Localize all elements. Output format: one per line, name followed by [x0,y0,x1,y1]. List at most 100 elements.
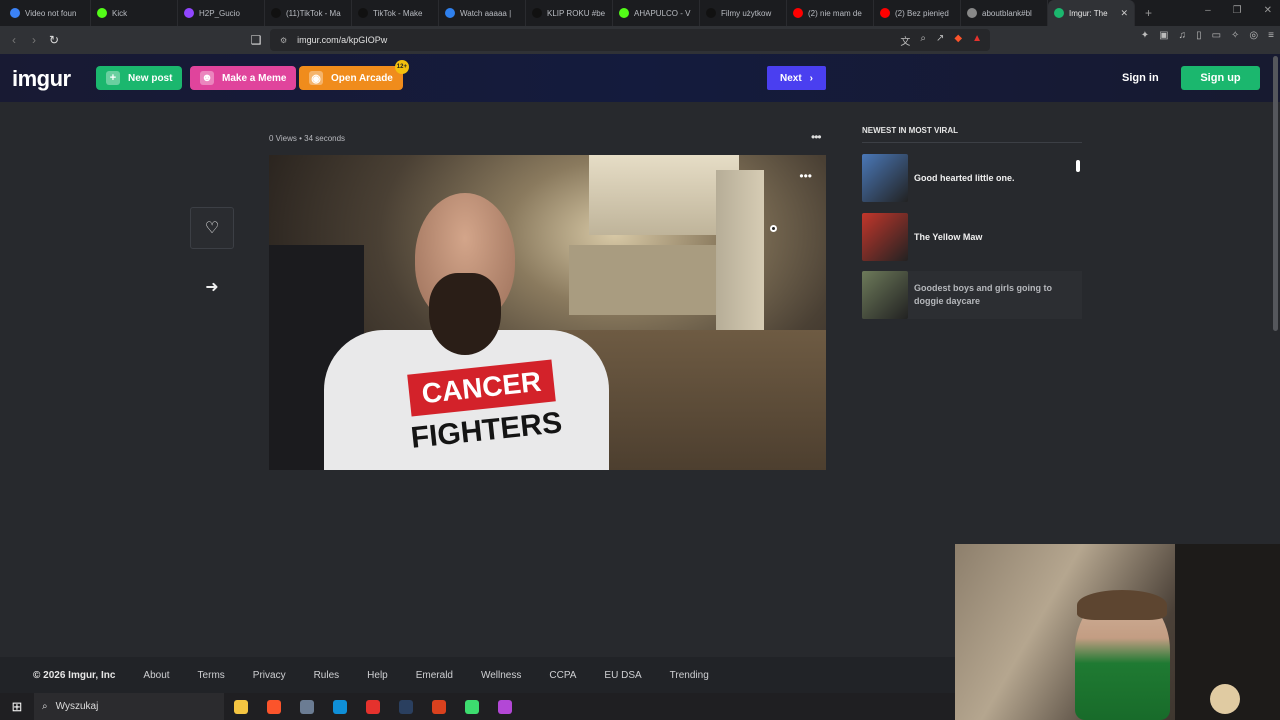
footer-link-privacy[interactable]: Privacy [253,670,286,681]
app-glyph-icon [299,699,314,714]
app-glyph-icon [233,699,248,714]
app-glyph-icon [398,699,413,714]
footer-link-ccpa[interactable]: CCPA [549,670,576,681]
viral-thumbnail [862,154,908,202]
post-options-icon[interactable]: ••• [811,130,822,144]
browser-tab[interactable]: (2) nie mam de [787,0,874,26]
post-meta: 0 Views • 34 seconds [269,134,345,143]
copyright: © 2026 Imgur, Inc [33,669,116,681]
taskbar-app-icon[interactable] [422,699,455,714]
viral-item[interactable]: Good hearted little one. [862,154,1082,202]
browser-tab[interactable]: (11)TikTok - Ma [265,0,352,26]
taskbar-app-icon[interactable] [356,699,389,714]
media-options-icon[interactable]: ••• [799,169,812,183]
footer-link-trending[interactable]: Trending [670,670,709,681]
favorite-button[interactable]: ♡ [190,207,234,249]
zoom-icon[interactable]: ⌕ [920,33,926,48]
taskbar-app-icon[interactable] [290,699,323,714]
sidebar-icon[interactable]: ▯ [1196,30,1202,41]
taskbar-app-icon[interactable] [488,699,521,714]
browser-tab[interactable]: aboutblank#bl [961,0,1048,26]
footer-link-help[interactable]: Help [367,670,388,681]
taskbar-search[interactable]: ⌕ Wyszukaj [34,693,224,720]
sign-in-link[interactable]: Sign in [1122,72,1159,84]
video-frame-beard [429,273,501,355]
ai-icon[interactable]: ✧ [1231,30,1239,41]
music-icon[interactable]: ♫ [1179,30,1187,41]
translate-icon[interactable]: 文 [900,33,910,48]
tab-label: (2) Bez pienięd [895,8,949,18]
sign-up-button[interactable]: Sign up [1181,66,1260,90]
browser-tab[interactable]: Imgur: The ✕ [1048,0,1135,26]
close-window-icon[interactable]: ✕ [1264,5,1272,16]
tab-favicon-icon [619,8,629,18]
tab-label: AHAPULCO - V [634,8,691,18]
taskbar-app-icon[interactable] [257,699,290,714]
footer-link-eu-dsa[interactable]: EU DSA [604,670,641,681]
taskbar-app-icon[interactable] [455,699,488,714]
share-icon[interactable]: ↗ [936,33,944,48]
browser-tab[interactable]: Filmy użytkow [700,0,787,26]
forward-icon[interactable]: › [24,33,44,47]
browser-tab[interactable]: Video not foun [4,0,91,26]
close-tab-icon[interactable]: ✕ [1120,8,1128,19]
browser-tab[interactable]: (2) Bez pienięd [874,0,961,26]
tab-favicon-icon [967,8,977,18]
post-video[interactable]: CANCER FIGHTERS ••• [269,155,826,470]
brave-shields-icon[interactable]: ◆ [954,33,962,48]
footer-link-about[interactable]: About [143,670,169,681]
extensions-icon[interactable]: ✦ [1141,30,1149,41]
windows-start-icon[interactable]: ⊞ [0,699,34,715]
viral-sidebar: NEWEST IN MOST VIRAL Good hearted little… [862,126,1082,319]
wallet-icon[interactable]: ▭ [1212,30,1221,41]
bookmark-icon[interactable]: ❑ [246,33,266,47]
maximize-icon[interactable]: ❐ [1233,5,1242,16]
browser-tab[interactable]: TikTok - Make [352,0,439,26]
url-text[interactable]: imgur.com/a/kpGIOPw [297,35,387,45]
taskbar-app-icon[interactable] [224,699,257,714]
taskbar-app-icon[interactable] [323,699,356,714]
browser-tab[interactable]: Watch aaaaa | [439,0,526,26]
imgur-logo[interactable]: imgur [12,66,71,92]
footer-link-emerald[interactable]: Emerald [416,670,453,681]
taskbar-app-icon[interactable] [389,699,422,714]
brave-rewards-icon[interactable]: ▲ [972,33,982,48]
back-icon[interactable]: ‹ [4,33,24,47]
new-post-button[interactable]: + New post [96,66,183,90]
browser-tab[interactable]: Kick [91,0,178,26]
browser-tab-bar: Video not foun Kick H2P_Gucio (11)TikTok - … [0,0,1280,26]
app-glyph-icon [365,699,380,714]
tab-favicon-icon [706,8,716,18]
browser-tab[interactable]: KLIP ROKU #be [526,0,613,26]
site-settings-icon[interactable]: ⚙ [280,36,287,45]
heart-icon: ♡ [204,220,220,237]
browser-tab[interactable]: H2P_Gucio [178,0,265,26]
viral-item-title: Good hearted little one. [914,172,1015,183]
tab-favicon-icon [532,8,542,18]
next-button[interactable]: Next › [767,66,826,90]
menu-icon[interactable]: ≡ [1268,30,1274,41]
vpn-icon[interactable]: ◎ [1249,30,1258,41]
screenshot-icon[interactable]: ▣ [1159,30,1168,41]
tab-label: aboutblank#bl [982,8,1032,18]
footer-link-rules[interactable]: Rules [314,670,340,681]
footer-link-wellness[interactable]: Wellness [481,670,521,681]
minimize-icon[interactable]: – [1205,5,1211,16]
tab-label: TikTok - Make [373,8,423,18]
viral-item[interactable]: The Yellow Maw [862,213,1082,261]
share-button[interactable]: ➜ [190,266,234,308]
app-glyph-icon [332,699,347,714]
open-arcade-button[interactable]: ◉ Open Arcade 12+ [299,60,409,90]
reload-icon[interactable]: ↻ [44,33,64,47]
new-tab-button[interactable]: + [1135,6,1162,20]
site-header: imgur + New post ☻ Make a Meme ◉ Open Ar… [0,54,1280,102]
page-scrollbar[interactable] [1273,56,1278,331]
make-meme-button[interactable]: ☻ Make a Meme [190,66,297,90]
app-glyph-icon [431,699,446,714]
search-icon: ⌕ [42,701,48,712]
viral-thumbnail [862,213,908,261]
browser-tab[interactable]: AHAPULCO - V [613,0,700,26]
address-bar[interactable]: ⚙ imgur.com/a/kpGIOPw 文 ⌕ ↗ ◆ ▲ [270,29,990,51]
footer-link-terms[interactable]: Terms [198,670,225,681]
viral-item[interactable]: Goodest boys and girls going to doggie d… [862,271,1082,319]
